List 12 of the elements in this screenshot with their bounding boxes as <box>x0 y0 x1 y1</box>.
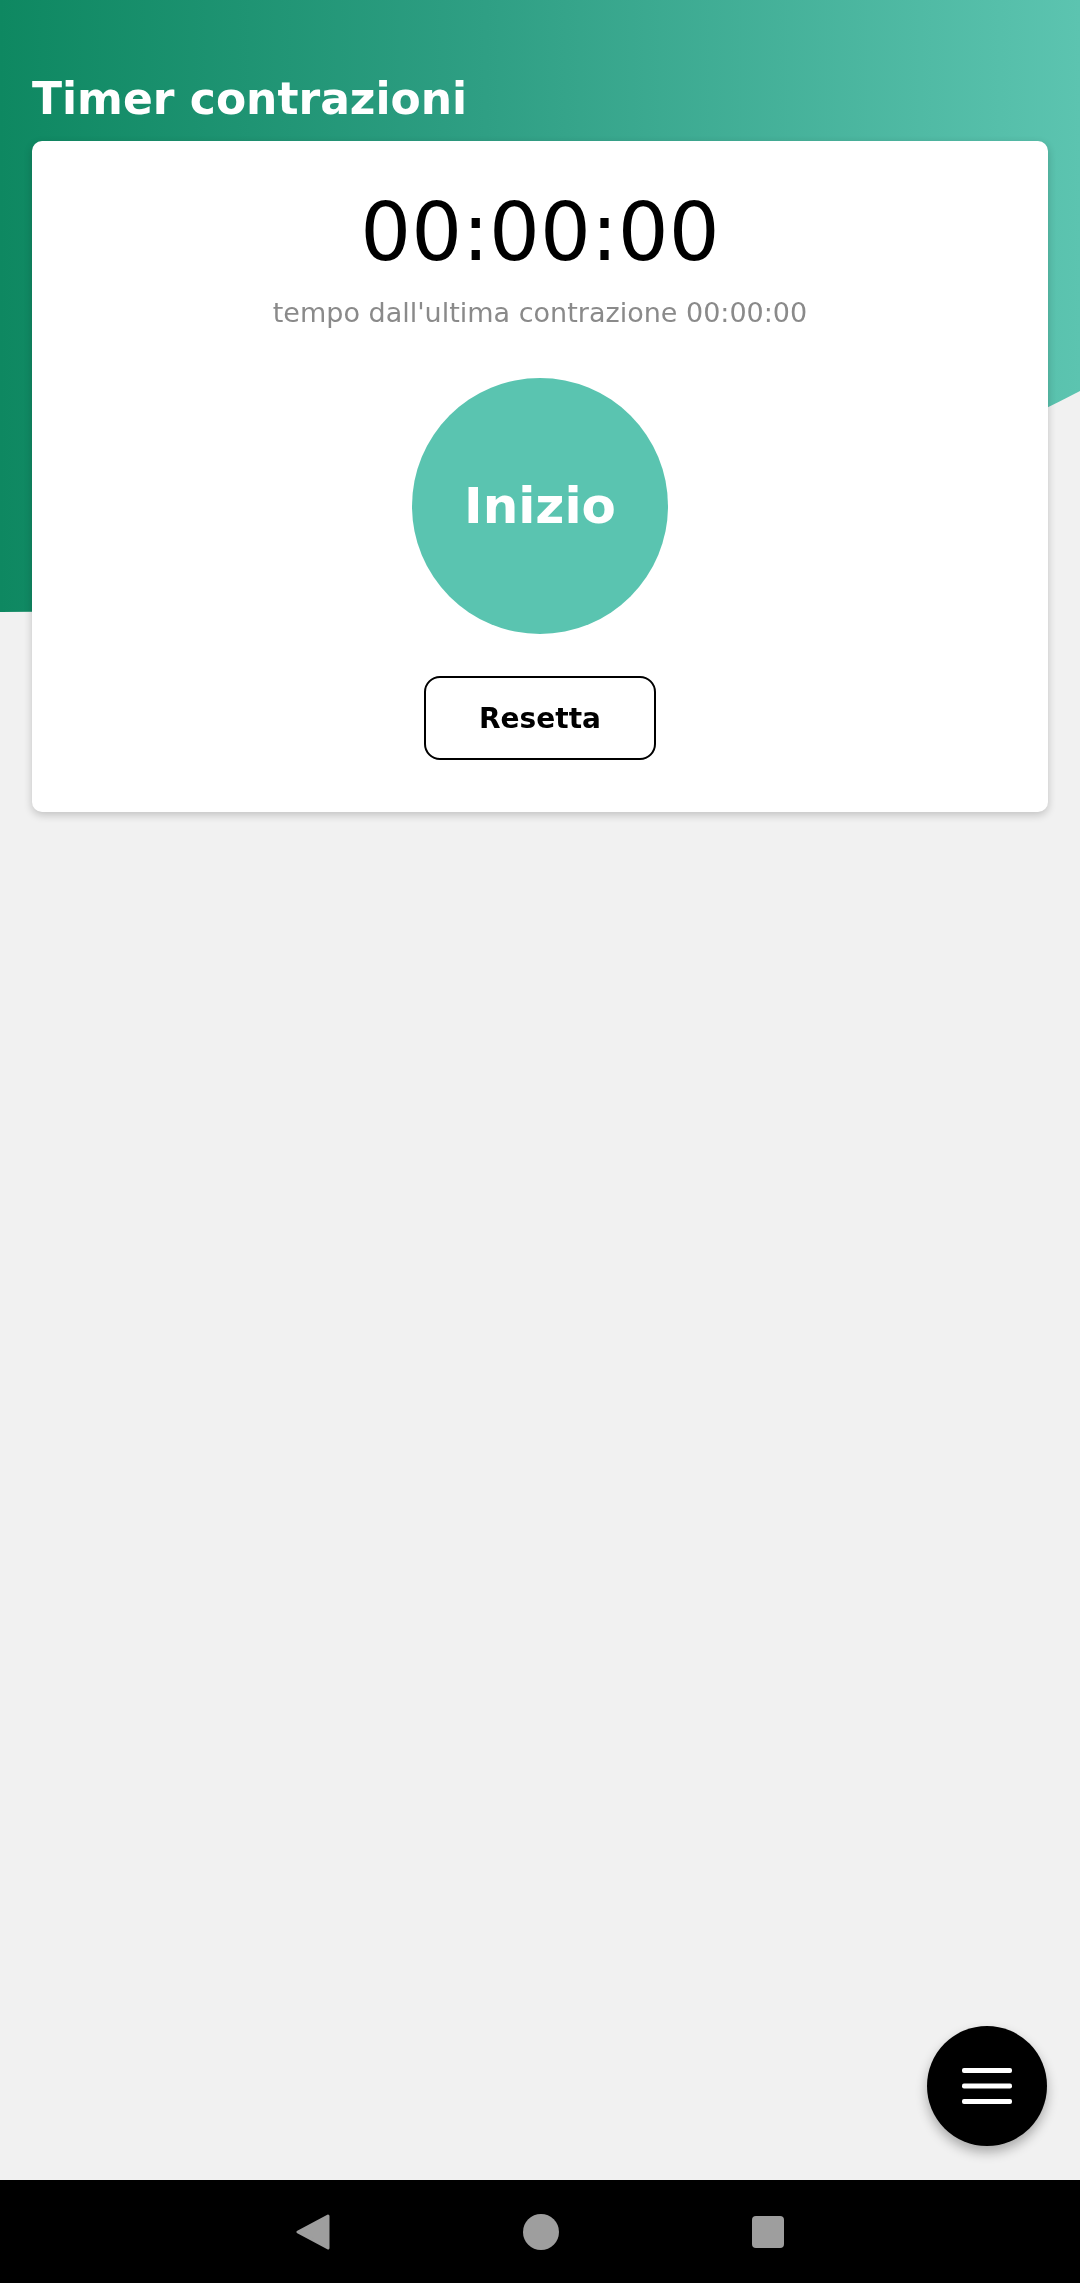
back-button[interactable] <box>296 2213 331 2250</box>
recents-button[interactable] <box>751 2215 784 2248</box>
home-button[interactable] <box>523 2213 559 2250</box>
page-title: Timer contrazioni <box>32 72 468 126</box>
back-icon <box>296 2213 331 2250</box>
menu-button[interactable] <box>927 2026 1047 2146</box>
timer-display: 00:00:00 <box>360 185 720 281</box>
recents-icon <box>751 2215 784 2248</box>
reset-button[interactable]: Resetta <box>424 676 656 760</box>
menu-icon <box>962 2068 1012 2104</box>
time-since-last-contraction: tempo dall'ultima contrazione 00:00:00 <box>272 297 808 328</box>
home-icon <box>523 2213 559 2250</box>
